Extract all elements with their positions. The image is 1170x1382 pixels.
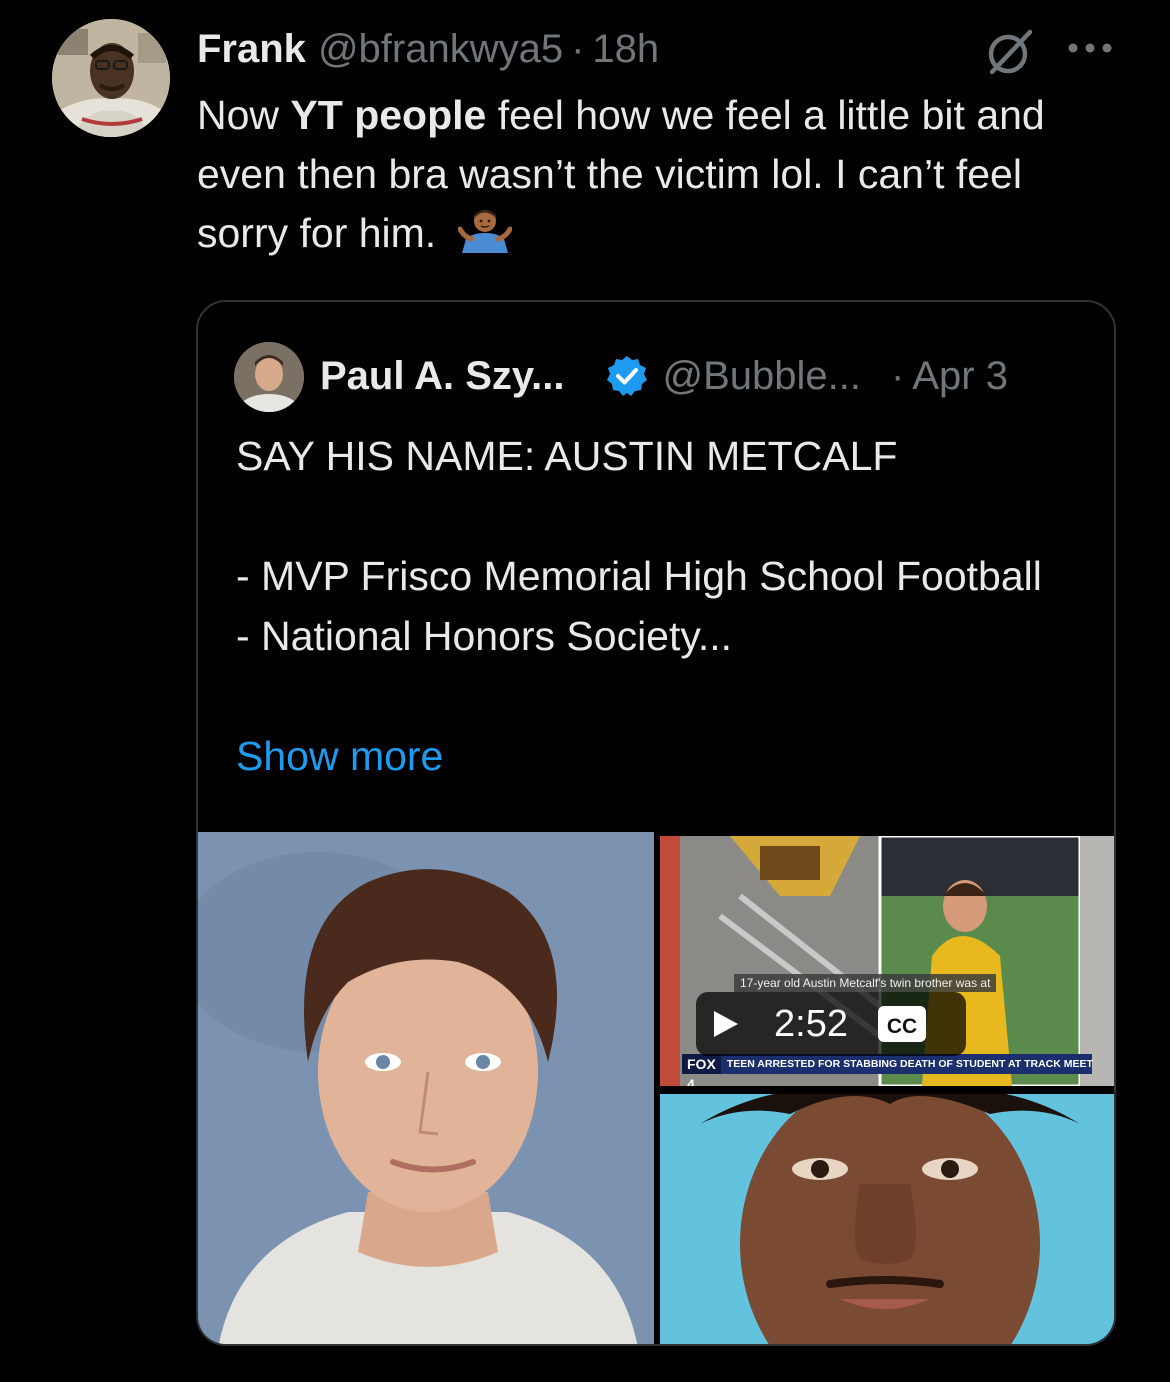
quote-timestamp[interactable]: Apr 3 (912, 354, 1008, 399)
quote-header: Paul A. Szy... @Bubble... · Apr 3 (320, 350, 1008, 402)
author-avatar-image (52, 19, 170, 137)
quote-author-handle[interactable]: @Bubble... (663, 354, 862, 399)
portrait-photo-image (198, 832, 654, 1344)
quote-text-line: - National Honors Society... (236, 613, 733, 659)
mugshot-photo-image (660, 1094, 1114, 1344)
more-options-icon[interactable] (1066, 36, 1114, 60)
quote-author-avatar[interactable] (234, 342, 304, 412)
grok-icon[interactable] (984, 26, 1036, 78)
video-controls-pill[interactable]: 2:52 CC (696, 992, 966, 1056)
quote-header-separator: · (891, 353, 905, 398)
quote-text-line: SAY HIS NAME: AUSTIN METCALF (236, 433, 898, 479)
person-shrugging-emoji (457, 210, 512, 253)
show-more-link[interactable]: Show more (236, 726, 443, 786)
tweet-text-bold: YT people (290, 92, 487, 138)
tweet-text-part1: Now (197, 92, 291, 138)
author-avatar[interactable] (52, 19, 170, 137)
video-news-ticker: FOX 4 TEEN ARRESTED FOR STABBING DEATH O… (682, 1054, 1093, 1086)
tweet-header: Frank @bfrankwya5 · 18h (197, 24, 659, 74)
cc-label: CC (887, 1015, 917, 1038)
quote-text: SAY HIS NAME: AUSTIN METCALF - MVP Frisc… (236, 426, 1096, 666)
video-duration: 2:52 (774, 1002, 848, 1045)
news-ticker-headline: TEEN ARRESTED FOR STABBING DEATH OF STUD… (726, 1058, 1093, 1070)
quote-text-line: - MVP Frisco Memorial High School Footba… (236, 553, 1042, 599)
quote-media-grid: 17-year old Austin Metcalf's twin brothe… (198, 832, 1114, 1344)
header-separator: · (571, 26, 585, 71)
media-video-thumbnail[interactable]: 17-year old Austin Metcalf's twin brothe… (660, 836, 1114, 1086)
quote-tweet-card[interactable]: Paul A. Szy... @Bubble... · Apr 3 SAY HI… (196, 300, 1116, 1346)
media-photo-mugshot[interactable] (660, 1094, 1114, 1344)
author-display-name[interactable]: Frank (197, 27, 306, 72)
author-handle[interactable]: @bfrankwya5 (318, 27, 563, 72)
media-photo-portrait[interactable] (198, 832, 654, 1344)
quote-author-avatar-image (234, 342, 304, 412)
quote-author-display-name[interactable]: Paul A. Szy... (320, 354, 565, 399)
closed-captions-icon[interactable]: CC (876, 1004, 928, 1044)
quote-text-gap (236, 486, 1096, 546)
video-news-caption: 17-year old Austin Metcalf's twin brothe… (734, 974, 997, 992)
verified-badge-icon[interactable] (605, 354, 649, 398)
play-icon[interactable] (712, 1009, 740, 1039)
tweet-text: Now YT people feel how we feel a little … (197, 86, 1117, 263)
news-channel-logo: FOX 4 (682, 1054, 721, 1086)
tweet-timestamp[interactable]: 18h (592, 27, 659, 72)
